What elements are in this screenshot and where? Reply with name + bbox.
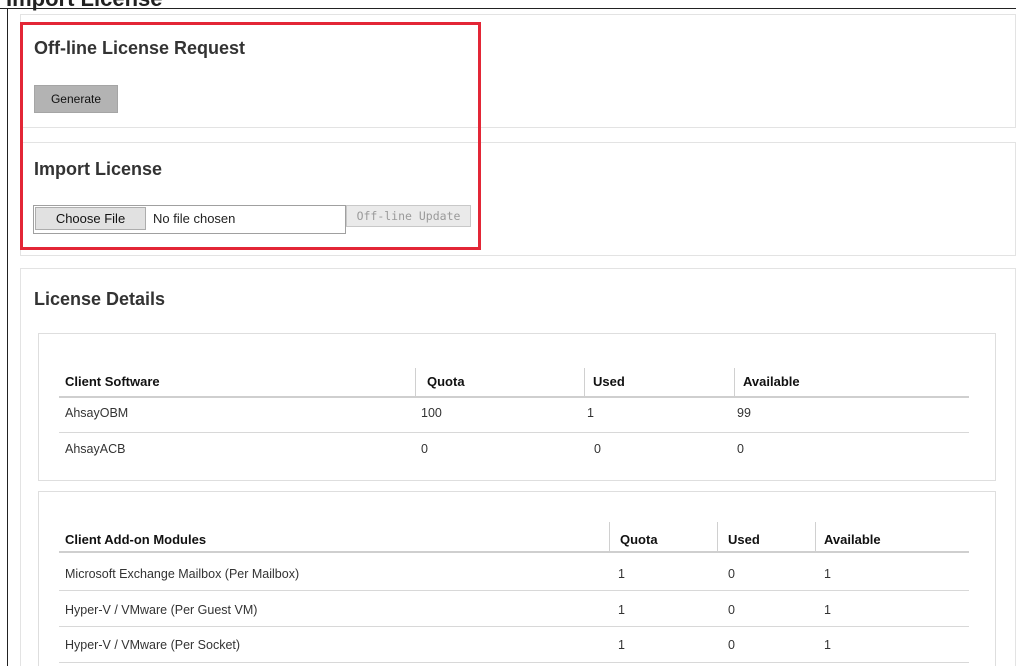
- header-divider: [59, 551, 969, 553]
- table-cell: 1: [587, 406, 594, 420]
- table-cell: 1: [618, 567, 625, 581]
- col-divider: [734, 368, 735, 396]
- col-divider: [415, 368, 416, 396]
- table-cell: 1: [824, 567, 831, 581]
- col-header-used: Used: [728, 532, 760, 547]
- col-divider: [584, 368, 585, 396]
- col-header-available: Available: [743, 374, 800, 389]
- table-cell: Hyper-V / VMware (Per Guest VM): [65, 603, 258, 617]
- frame-left-border: [7, 8, 8, 666]
- row-divider: [59, 626, 969, 627]
- table-cell: 1: [618, 638, 625, 652]
- table-cell: Microsoft Exchange Mailbox (Per Mailbox): [65, 567, 300, 581]
- table-cell: AhsayACB: [65, 442, 126, 456]
- table-cell: Hyper-V / VMware (Per Socket): [65, 638, 241, 652]
- col-divider: [717, 522, 718, 552]
- table-cell: 0: [594, 442, 601, 456]
- table-cell: 1: [824, 638, 831, 652]
- table-cell: 0: [728, 638, 735, 652]
- addon-modules-table: Client Add-on Modules Quota Used Availab…: [38, 491, 996, 666]
- col-header-quota: Quota: [620, 532, 658, 547]
- table-cell: 1: [824, 603, 831, 617]
- row-divider: [59, 432, 969, 433]
- col-divider: [609, 522, 610, 552]
- table-cell: 0: [737, 442, 744, 456]
- header-divider: [59, 396, 969, 398]
- highlight-annotation-box: [20, 22, 481, 250]
- client-software-table: Client Software Quota Used Available Ahs…: [38, 333, 996, 481]
- table-cell: 100: [421, 406, 442, 420]
- table-cell: 1: [618, 603, 625, 617]
- row-divider: [59, 590, 969, 591]
- col-header-used: Used: [593, 374, 625, 389]
- col-header-available: Available: [824, 532, 881, 547]
- table-cell: 0: [421, 442, 428, 456]
- license-details-heading: License Details: [34, 289, 166, 309]
- page-title-cropped: Import License: [6, 0, 162, 12]
- table-cell: 99: [737, 406, 751, 420]
- col-header-quota: Quota: [427, 374, 465, 389]
- table-cell: 0: [728, 603, 735, 617]
- col-header-client-software: Client Software: [65, 374, 160, 389]
- table-cell: 0: [728, 567, 735, 581]
- col-header-addon-modules: Client Add-on Modules: [65, 532, 207, 547]
- col-divider: [815, 522, 816, 552]
- row-divider: [59, 662, 969, 663]
- table-cell: AhsayOBM: [65, 406, 129, 420]
